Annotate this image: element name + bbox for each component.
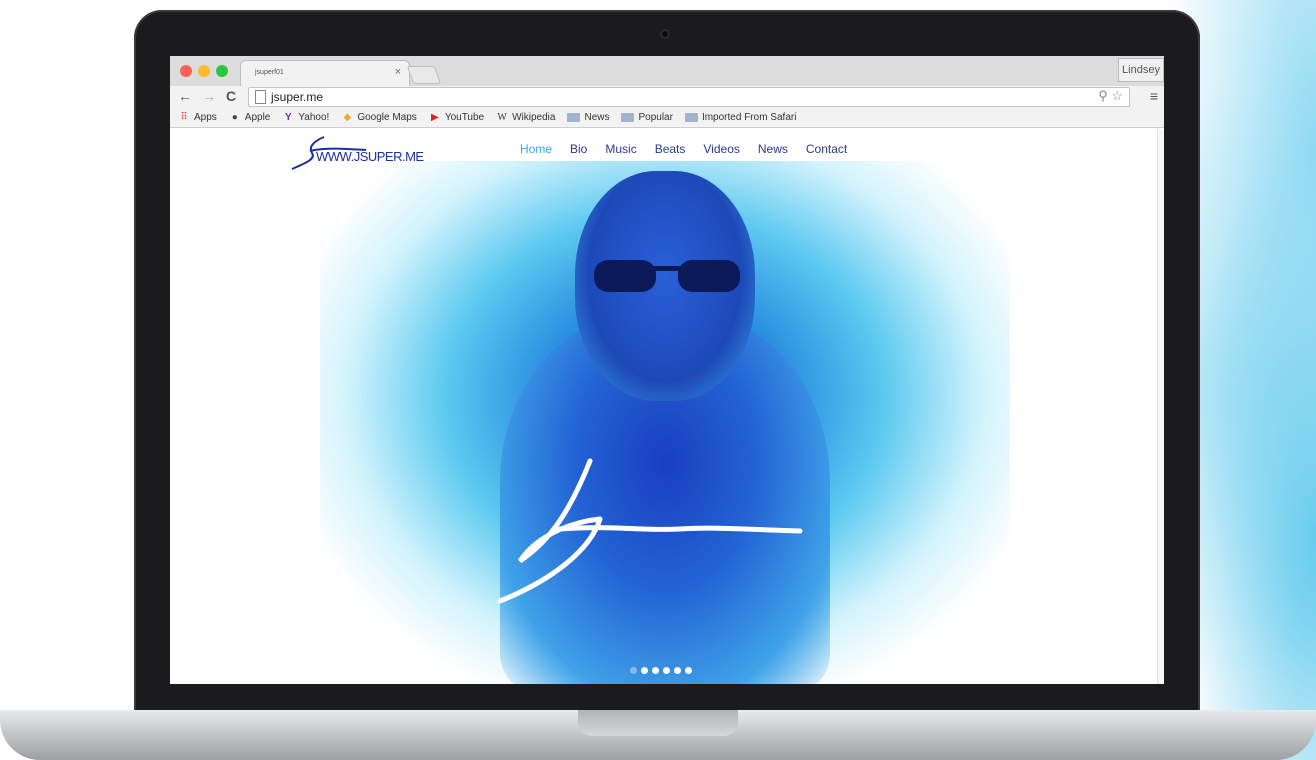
site-nav: Home Bio Music Beats Videos News Contact: [520, 142, 847, 156]
window-controls: [180, 65, 228, 77]
new-tab-button[interactable]: [406, 66, 442, 84]
page-scrollbar[interactable]: [1157, 129, 1164, 684]
nav-home[interactable]: Home: [520, 142, 552, 156]
page-icon: [255, 90, 266, 104]
nav-bio[interactable]: Bio: [570, 142, 587, 156]
minimize-window-button[interactable]: [198, 65, 210, 77]
wikipedia-icon: W: [497, 111, 507, 123]
apple-icon: ●: [231, 111, 238, 123]
nav-contact[interactable]: Contact: [806, 142, 847, 156]
slider-dot[interactable]: [674, 667, 681, 674]
bookmark-apps[interactable]: ⠿ Apps: [178, 111, 216, 123]
browser-toolbar: ← → C jsuper.me ⚲ ☆ ≡: [170, 86, 1164, 108]
sunglasses-graphic: [594, 260, 740, 292]
bookmark-yahoo[interactable]: Y Yahoo!: [282, 112, 329, 123]
folder-icon: [621, 113, 635, 122]
yahoo-icon: Y: [285, 111, 292, 123]
youtube-icon: ▶: [430, 111, 439, 123]
slider-dot[interactable]: [630, 667, 637, 674]
nav-videos[interactable]: Videos: [703, 142, 739, 156]
back-icon[interactable]: ←: [178, 88, 192, 104]
laptop-screen: jsuperf01 × Lindsey ← → C jsuper.me ⚲ ☆ …: [170, 56, 1164, 684]
bookmark-star-icon[interactable]: ☆: [1111, 88, 1123, 103]
tab-bar: jsuperf01 × Lindsey: [170, 56, 1164, 87]
nav-music[interactable]: Music: [605, 142, 636, 156]
apps-grid-icon: ⠿: [180, 111, 188, 123]
bookmark-folder-imported[interactable]: Imported From Safari: [684, 112, 796, 123]
nav-news[interactable]: News: [758, 142, 788, 156]
slider-dots: [630, 667, 692, 674]
hero-image: [320, 161, 1010, 684]
signature-overlay: [497, 458, 803, 604]
search-icon[interactable]: ⚲: [1098, 88, 1108, 103]
nav-beats[interactable]: Beats: [655, 142, 686, 156]
bookmark-google-maps[interactable]: ◆ Google Maps: [341, 112, 416, 123]
slider-dot[interactable]: [641, 667, 648, 674]
camera-icon: [660, 29, 670, 39]
url-text: jsuper.me: [271, 90, 324, 104]
web-page: WWW.JSUPER.ME Home Bio Music Beats Video…: [170, 129, 1164, 684]
slider-dot[interactable]: [685, 667, 692, 674]
slider-dot[interactable]: [652, 667, 659, 674]
maximize-window-button[interactable]: [216, 65, 228, 77]
laptop-lid: jsuperf01 × Lindsey ← → C jsuper.me ⚲ ☆ …: [134, 10, 1200, 722]
menu-icon[interactable]: ≡: [1150, 88, 1158, 104]
close-window-button[interactable]: [180, 65, 192, 77]
reload-icon[interactable]: C: [226, 88, 236, 104]
folder-icon: [684, 113, 698, 122]
bookmark-folder-popular[interactable]: Popular: [621, 112, 673, 123]
slider-dot[interactable]: [663, 667, 670, 674]
tab-close-icon[interactable]: ×: [395, 66, 401, 78]
bookmarks-bar: ⠿ Apps ● Apple Y Yahoo! ◆ Google Maps ▶ …: [170, 108, 1164, 128]
bookmark-folder-news[interactable]: News: [567, 112, 609, 123]
browser-tab[interactable]: jsuperf01 ×: [240, 60, 410, 87]
bookmark-wikipedia[interactable]: W Wikipedia: [496, 112, 555, 123]
maps-icon: ◆: [343, 111, 352, 123]
forward-icon[interactable]: →: [202, 88, 216, 104]
bookmark-apple[interactable]: ● Apple: [229, 112, 271, 123]
bookmark-youtube[interactable]: ▶ YouTube: [429, 112, 484, 123]
laptop-notch: [578, 710, 738, 736]
address-bar[interactable]: jsuper.me ⚲ ☆: [248, 87, 1130, 107]
tab-title: jsuperf01: [255, 69, 284, 76]
profile-button[interactable]: Lindsey: [1118, 58, 1164, 82]
folder-icon: [567, 113, 581, 122]
